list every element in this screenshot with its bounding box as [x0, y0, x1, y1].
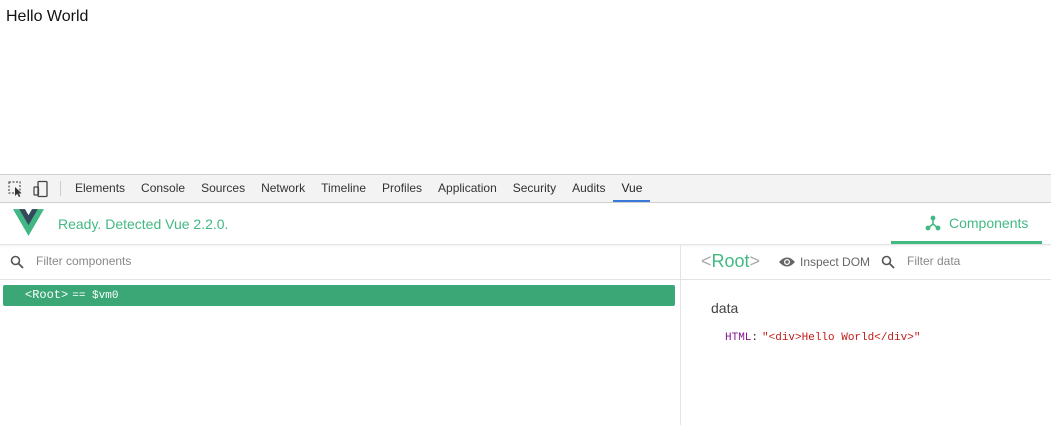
page-hello-text: Hello World	[6, 8, 89, 25]
inspect-dom-button[interactable]: Inspect DOM	[800, 255, 870, 269]
tab-vue[interactable]: Vue	[613, 175, 651, 202]
search-icon	[10, 255, 24, 269]
devtools-tabs: Elements Console Sources Network Timelin…	[67, 175, 651, 202]
tab-profiles[interactable]: Profiles	[374, 175, 430, 202]
tab-elements[interactable]: Elements	[67, 175, 133, 202]
tab-timeline[interactable]: Timeline	[313, 175, 374, 202]
component-tree-pane: <Root>== $vm0	[0, 245, 680, 425]
components-tab-label: Components	[949, 215, 1029, 231]
tab-audits[interactable]: Audits	[564, 175, 613, 202]
filter-components-input[interactable]	[36, 254, 336, 268]
data-field-value: "<div>Hello World</div>"	[762, 332, 921, 344]
tab-sources[interactable]: Sources	[193, 175, 253, 202]
data-section-label: data	[711, 300, 739, 316]
data-field-row: HTML: "<div>Hello World</div>"	[725, 332, 920, 344]
select-element-icon[interactable]	[7, 180, 25, 198]
tab-components[interactable]: Components	[891, 203, 1042, 244]
inspector-header: <Root> Inspect DOM	[681, 245, 1051, 280]
components-icon	[925, 215, 941, 231]
eye-icon[interactable]	[778, 255, 796, 269]
vue-logo-icon	[13, 209, 44, 236]
tab-security[interactable]: Security	[505, 175, 564, 202]
tab-console[interactable]: Console	[133, 175, 193, 202]
vue-status-text: Ready. Detected Vue 2.2.0.	[58, 216, 229, 232]
tree-root-name: <Root>	[25, 288, 69, 302]
devtools-panel: Elements Console Sources Network Timelin…	[0, 174, 1051, 425]
toolbar-divider	[60, 181, 61, 196]
device-toggle-icon[interactable]	[32, 180, 50, 198]
data-field-key: HTML	[725, 332, 752, 344]
inspector-title-text: Root	[711, 251, 750, 271]
tree-row-root[interactable]: <Root> == $vm0	[3, 285, 675, 306]
tree-root-vm: == $vm0	[72, 290, 119, 302]
filter-data-input[interactable]	[907, 254, 1037, 268]
data-field-colon: :	[751, 332, 759, 344]
search-icon	[881, 255, 895, 269]
vue-header: Ready. Detected Vue 2.2.0. Components	[0, 203, 1051, 245]
tab-network[interactable]: Network	[253, 175, 313, 202]
tab-application[interactable]: Application	[430, 175, 505, 202]
component-filter-bar	[0, 245, 680, 280]
inspector-title: <Root>	[701, 251, 761, 271]
devtools-tabbar: Elements Console Sources Network Timelin…	[0, 175, 1051, 203]
tree-root-label: <Root> == $vm0	[25, 288, 118, 302]
inspector-pane: <Root> Inspect DOM data HTML:"<div>Hello…	[680, 245, 1051, 425]
page-viewport: Hello World	[0, 0, 1051, 174]
